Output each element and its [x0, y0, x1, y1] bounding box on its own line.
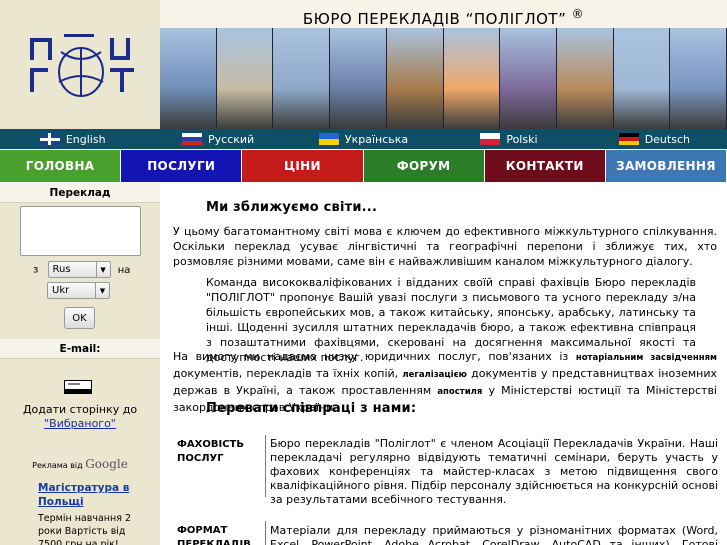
- language-bar: English Русский Українська Polski Deutsc…: [0, 129, 727, 149]
- lang-label: English: [65, 132, 106, 146]
- banner-photo: [273, 28, 331, 129]
- nav-home[interactable]: ГОЛОВНА: [0, 150, 122, 182]
- advantage-text: Бюро перекладів "Поліглот" є членом Асоц…: [270, 437, 718, 506]
- advantage-label: ФОРМАТ ПЕРЕКЛАДІВ: [177, 525, 251, 545]
- from-label: з: [33, 264, 39, 276]
- envelope-icon[interactable]: [64, 380, 92, 394]
- advantage-label: ФАХОВІСТЬ ПОСЛУГ: [177, 439, 244, 464]
- banner-photo: [613, 28, 671, 129]
- from-value: Rus: [52, 264, 71, 275]
- to-row: Ukr ▼: [0, 282, 160, 299]
- dropdown-arrow-icon: ▼: [95, 283, 109, 298]
- nav-forum[interactable]: ФОРУМ: [363, 150, 485, 182]
- page-heading: Ми зближуємо світи...: [206, 200, 378, 215]
- nav-prices[interactable]: ЦІНИ: [242, 150, 364, 182]
- ad-title-link[interactable]: Магістратура в Польщі: [38, 481, 148, 509]
- advantages-heading: Переваги співпраці з нами:: [206, 401, 417, 416]
- lang-label: Polski: [506, 132, 538, 146]
- nav-services[interactable]: ПОСЛУГИ: [121, 150, 243, 182]
- advantage-text: Матеріали для перекладу приймаються у рі…: [270, 524, 718, 545]
- lang-ukrainian[interactable]: Українська: [291, 129, 436, 149]
- lang-label: Deutsch: [644, 132, 690, 146]
- lang-label: Українська: [344, 132, 409, 146]
- ads-text: Реклама від: [32, 461, 83, 470]
- divider: [265, 435, 266, 497]
- lang-german[interactable]: Deutsch: [582, 129, 727, 149]
- banner-photo: [500, 28, 557, 129]
- russia-flag-icon: [182, 133, 203, 145]
- fav-line: Додати сторінку до: [22, 403, 138, 416]
- add-favorites: Додати сторінку до "Вибраного": [0, 403, 160, 431]
- photo-banner: [160, 28, 727, 129]
- ad-body: Термін навчання 2 роки Вартість від 7500…: [38, 513, 131, 545]
- uk-flag-icon: [39, 133, 60, 145]
- main-nav: ГОЛОВНА ПОСЛУГИ ЦІНИ ФОРУМ КОНТАКТИ ЗАМО…: [0, 149, 727, 182]
- logo-area[interactable]: [0, 0, 160, 129]
- poland-flag-icon: [480, 133, 501, 145]
- polyglot-logo[interactable]: [26, 32, 136, 100]
- dropdown-arrow-icon: ▼: [95, 262, 110, 277]
- divider: [265, 521, 266, 545]
- intro-paragraph: У цьому багатомантному світі мова є ключ…: [173, 225, 717, 268]
- translate-textarea[interactable]: [20, 206, 141, 256]
- banner-photo: [160, 28, 217, 129]
- ukraine-flag-icon: [318, 133, 339, 145]
- nav-contacts[interactable]: КОНТАКТИ: [484, 150, 606, 182]
- banner-photo: [556, 28, 614, 129]
- site-header: БЮРО ПЕРЕКЛАДІВ “ПОЛІГЛОТ” ®: [0, 0, 727, 129]
- sidebar: Переклад з Rus ▼ на Ukr ▼ OK E-mail: Додат…: [0, 183, 160, 545]
- from-language-select[interactable]: Rus ▼: [47, 261, 111, 278]
- nav-order[interactable]: ЗАМОВЛЕННЯ: [605, 150, 727, 182]
- translate-ok-button[interactable]: OK: [64, 307, 95, 329]
- banner-photo: [386, 28, 444, 129]
- banner-photo: [216, 28, 274, 129]
- site-title: БЮРО ПЕРЕКЛАДІВ “ПОЛІГЛОТ” ®: [302, 7, 585, 28]
- lang-russian[interactable]: Русский: [145, 129, 290, 149]
- from-row: з Rus ▼ на: [0, 261, 160, 278]
- lang-english[interactable]: English: [0, 129, 145, 149]
- google-logo: Google: [85, 457, 128, 471]
- to-value: Ukr: [52, 285, 70, 296]
- to-label: на: [117, 264, 131, 276]
- google-ads-label: Реклама від Google: [0, 457, 160, 471]
- email-title: E-mail:: [0, 339, 160, 359]
- banner-photo: [443, 28, 501, 129]
- germany-flag-icon: [618, 133, 639, 145]
- add-favorites-link[interactable]: "Вибраного": [0, 417, 160, 431]
- lang-polish[interactable]: Polski: [436, 129, 581, 149]
- to-language-select[interactable]: Ukr ▼: [47, 282, 110, 299]
- banner-photo: [670, 28, 727, 129]
- main-content: Ми зближуємо світи... У цьому багатомант…: [160, 183, 727, 545]
- banner-photo: [330, 28, 387, 129]
- translate-title: Переклад: [0, 183, 160, 203]
- site-title-bar: БЮРО ПЕРЕКЛАДІВ “ПОЛІГЛОТ” ®: [160, 0, 727, 28]
- lang-label: Русский: [208, 132, 255, 146]
